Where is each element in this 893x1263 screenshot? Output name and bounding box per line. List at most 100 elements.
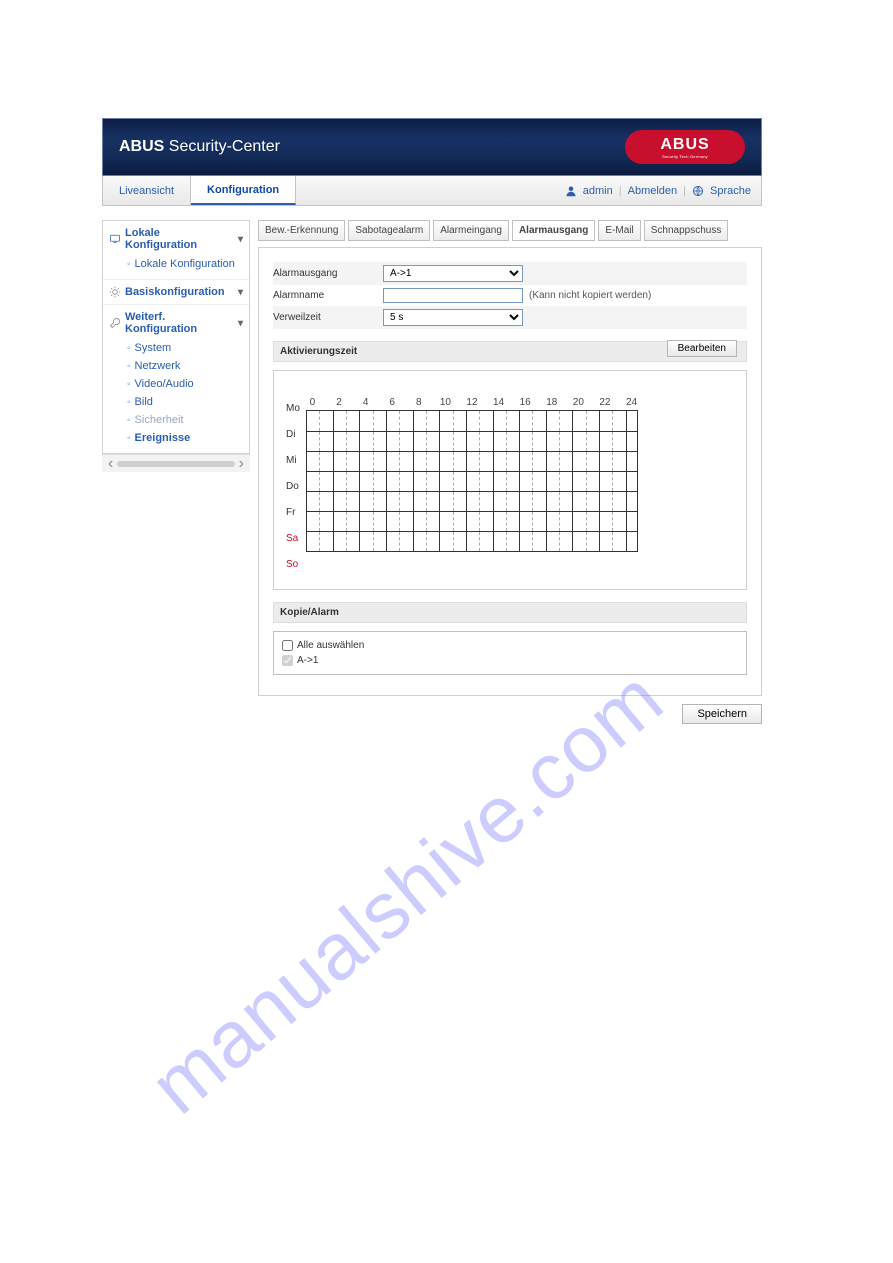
grid-cell[interactable] <box>414 472 427 491</box>
select-alarm-output[interactable]: A->1 <box>383 265 523 282</box>
grid-cell[interactable] <box>587 411 600 431</box>
grid-cell[interactable] <box>400 432 413 451</box>
grid-cell[interactable] <box>613 411 626 431</box>
grid-cell[interactable] <box>494 452 507 471</box>
grid-cell[interactable] <box>494 532 507 551</box>
grid-row[interactable] <box>307 431 637 451</box>
grid-cell[interactable] <box>547 452 560 471</box>
grid-cell[interactable] <box>480 411 493 431</box>
sidebar-item-bild[interactable]: Bild <box>127 393 243 411</box>
grid-cell[interactable] <box>427 472 440 491</box>
grid-cell[interactable] <box>320 432 333 451</box>
grid-cell[interactable] <box>427 432 440 451</box>
grid-cell[interactable] <box>613 432 626 451</box>
grid-cell[interactable] <box>547 512 560 531</box>
grid-cell[interactable] <box>427 452 440 471</box>
sidebar-group-basic[interactable]: Basiskonfiguration ▾ <box>109 286 243 298</box>
grid-cell[interactable] <box>494 492 507 511</box>
grid-cell[interactable] <box>573 411 586 431</box>
subtab-snapshot[interactable]: Schnappschuss <box>644 220 729 241</box>
grid-cell[interactable] <box>520 512 533 531</box>
grid-cell[interactable] <box>374 452 387 471</box>
grid-cell[interactable] <box>494 512 507 531</box>
sidebar-item-videoaudio[interactable]: Video/Audio <box>127 375 243 393</box>
grid-cell[interactable] <box>347 411 360 431</box>
grid-cell[interactable] <box>520 432 533 451</box>
grid-cell[interactable] <box>573 472 586 491</box>
grid-cell[interactable] <box>414 512 427 531</box>
grid-cell[interactable] <box>507 411 520 431</box>
grid-cell[interactable] <box>547 411 560 431</box>
grid-row[interactable] <box>307 531 637 551</box>
grid-cell[interactable] <box>360 411 373 431</box>
grid-cell[interactable] <box>440 472 453 491</box>
grid-cell[interactable] <box>320 532 333 551</box>
grid-cell[interactable] <box>454 492 467 511</box>
sidebar-scroll[interactable]: ‹ › <box>102 454 250 472</box>
sidebar-item-security[interactable]: Sicherheit <box>127 411 243 429</box>
grid-cell[interactable] <box>600 452 613 471</box>
grid-cell[interactable] <box>547 472 560 491</box>
grid-cell[interactable] <box>307 532 320 551</box>
grid-cell[interactable] <box>507 452 520 471</box>
grid-cell[interactable] <box>387 512 400 531</box>
grid-cell[interactable] <box>507 532 520 551</box>
grid-cell[interactable] <box>480 512 493 531</box>
grid-cell[interactable] <box>360 492 373 511</box>
grid-cell[interactable] <box>400 512 413 531</box>
grid-cell[interactable] <box>440 492 453 511</box>
grid-cell[interactable] <box>587 532 600 551</box>
grid-cell[interactable] <box>414 432 427 451</box>
grid-cell[interactable] <box>587 512 600 531</box>
grid-cell[interactable] <box>480 432 493 451</box>
grid-cell[interactable] <box>560 452 573 471</box>
subtab-alarmin[interactable]: Alarmeingang <box>433 220 509 241</box>
grid-cell[interactable] <box>467 472 480 491</box>
grid-cell[interactable] <box>374 512 387 531</box>
grid-cell[interactable] <box>547 432 560 451</box>
grid-cell[interactable] <box>360 532 373 551</box>
grid-cell[interactable] <box>440 411 453 431</box>
sidebar-item-network[interactable]: Netzwerk <box>127 357 243 375</box>
grid-cell[interactable] <box>467 512 480 531</box>
grid-cell[interactable] <box>334 512 347 531</box>
grid-cell[interactable] <box>454 432 467 451</box>
select-dwell[interactable]: 5 s <box>383 309 523 326</box>
grid-cell[interactable] <box>334 411 347 431</box>
grid-cell[interactable] <box>587 472 600 491</box>
tab-liveview[interactable]: Liveansicht <box>103 176 191 205</box>
grid-cell[interactable] <box>400 532 413 551</box>
grid-cell[interactable] <box>533 492 546 511</box>
sidebar-group-advanced[interactable]: Weiterf. Konfiguration ▾ <box>109 311 243 335</box>
grid-cell[interactable] <box>374 472 387 491</box>
grid-cell[interactable] <box>387 532 400 551</box>
schedule-grid-cells[interactable] <box>306 410 638 552</box>
grid-cell[interactable] <box>440 532 453 551</box>
grid-cell[interactable] <box>560 432 573 451</box>
save-button[interactable]: Speichern <box>682 704 762 724</box>
grid-cell[interactable] <box>494 472 507 491</box>
grid-cell[interactable] <box>347 472 360 491</box>
grid-cell[interactable] <box>480 452 493 471</box>
grid-cell[interactable] <box>600 512 613 531</box>
sidebar-item-events[interactable]: Ereignisse <box>127 429 243 447</box>
grid-cell[interactable] <box>533 472 546 491</box>
grid-row[interactable] <box>307 451 637 471</box>
grid-cell[interactable] <box>600 532 613 551</box>
grid-cell[interactable] <box>387 432 400 451</box>
grid-cell[interactable] <box>573 492 586 511</box>
grid-cell[interactable] <box>454 532 467 551</box>
grid-cell[interactable] <box>587 432 600 451</box>
grid-cell[interactable] <box>347 512 360 531</box>
grid-cell[interactable] <box>600 411 613 431</box>
grid-cell[interactable] <box>400 492 413 511</box>
grid-cell[interactable] <box>454 512 467 531</box>
sidebar-group-local[interactable]: Lokale Konfiguration ▾ <box>109 227 243 251</box>
grid-cell[interactable] <box>440 512 453 531</box>
grid-cell[interactable] <box>573 532 586 551</box>
grid-cell[interactable] <box>507 432 520 451</box>
scroll-right-icon[interactable]: › <box>239 455 244 473</box>
grid-cell[interactable] <box>400 452 413 471</box>
grid-cell[interactable] <box>334 472 347 491</box>
grid-cell[interactable] <box>573 452 586 471</box>
